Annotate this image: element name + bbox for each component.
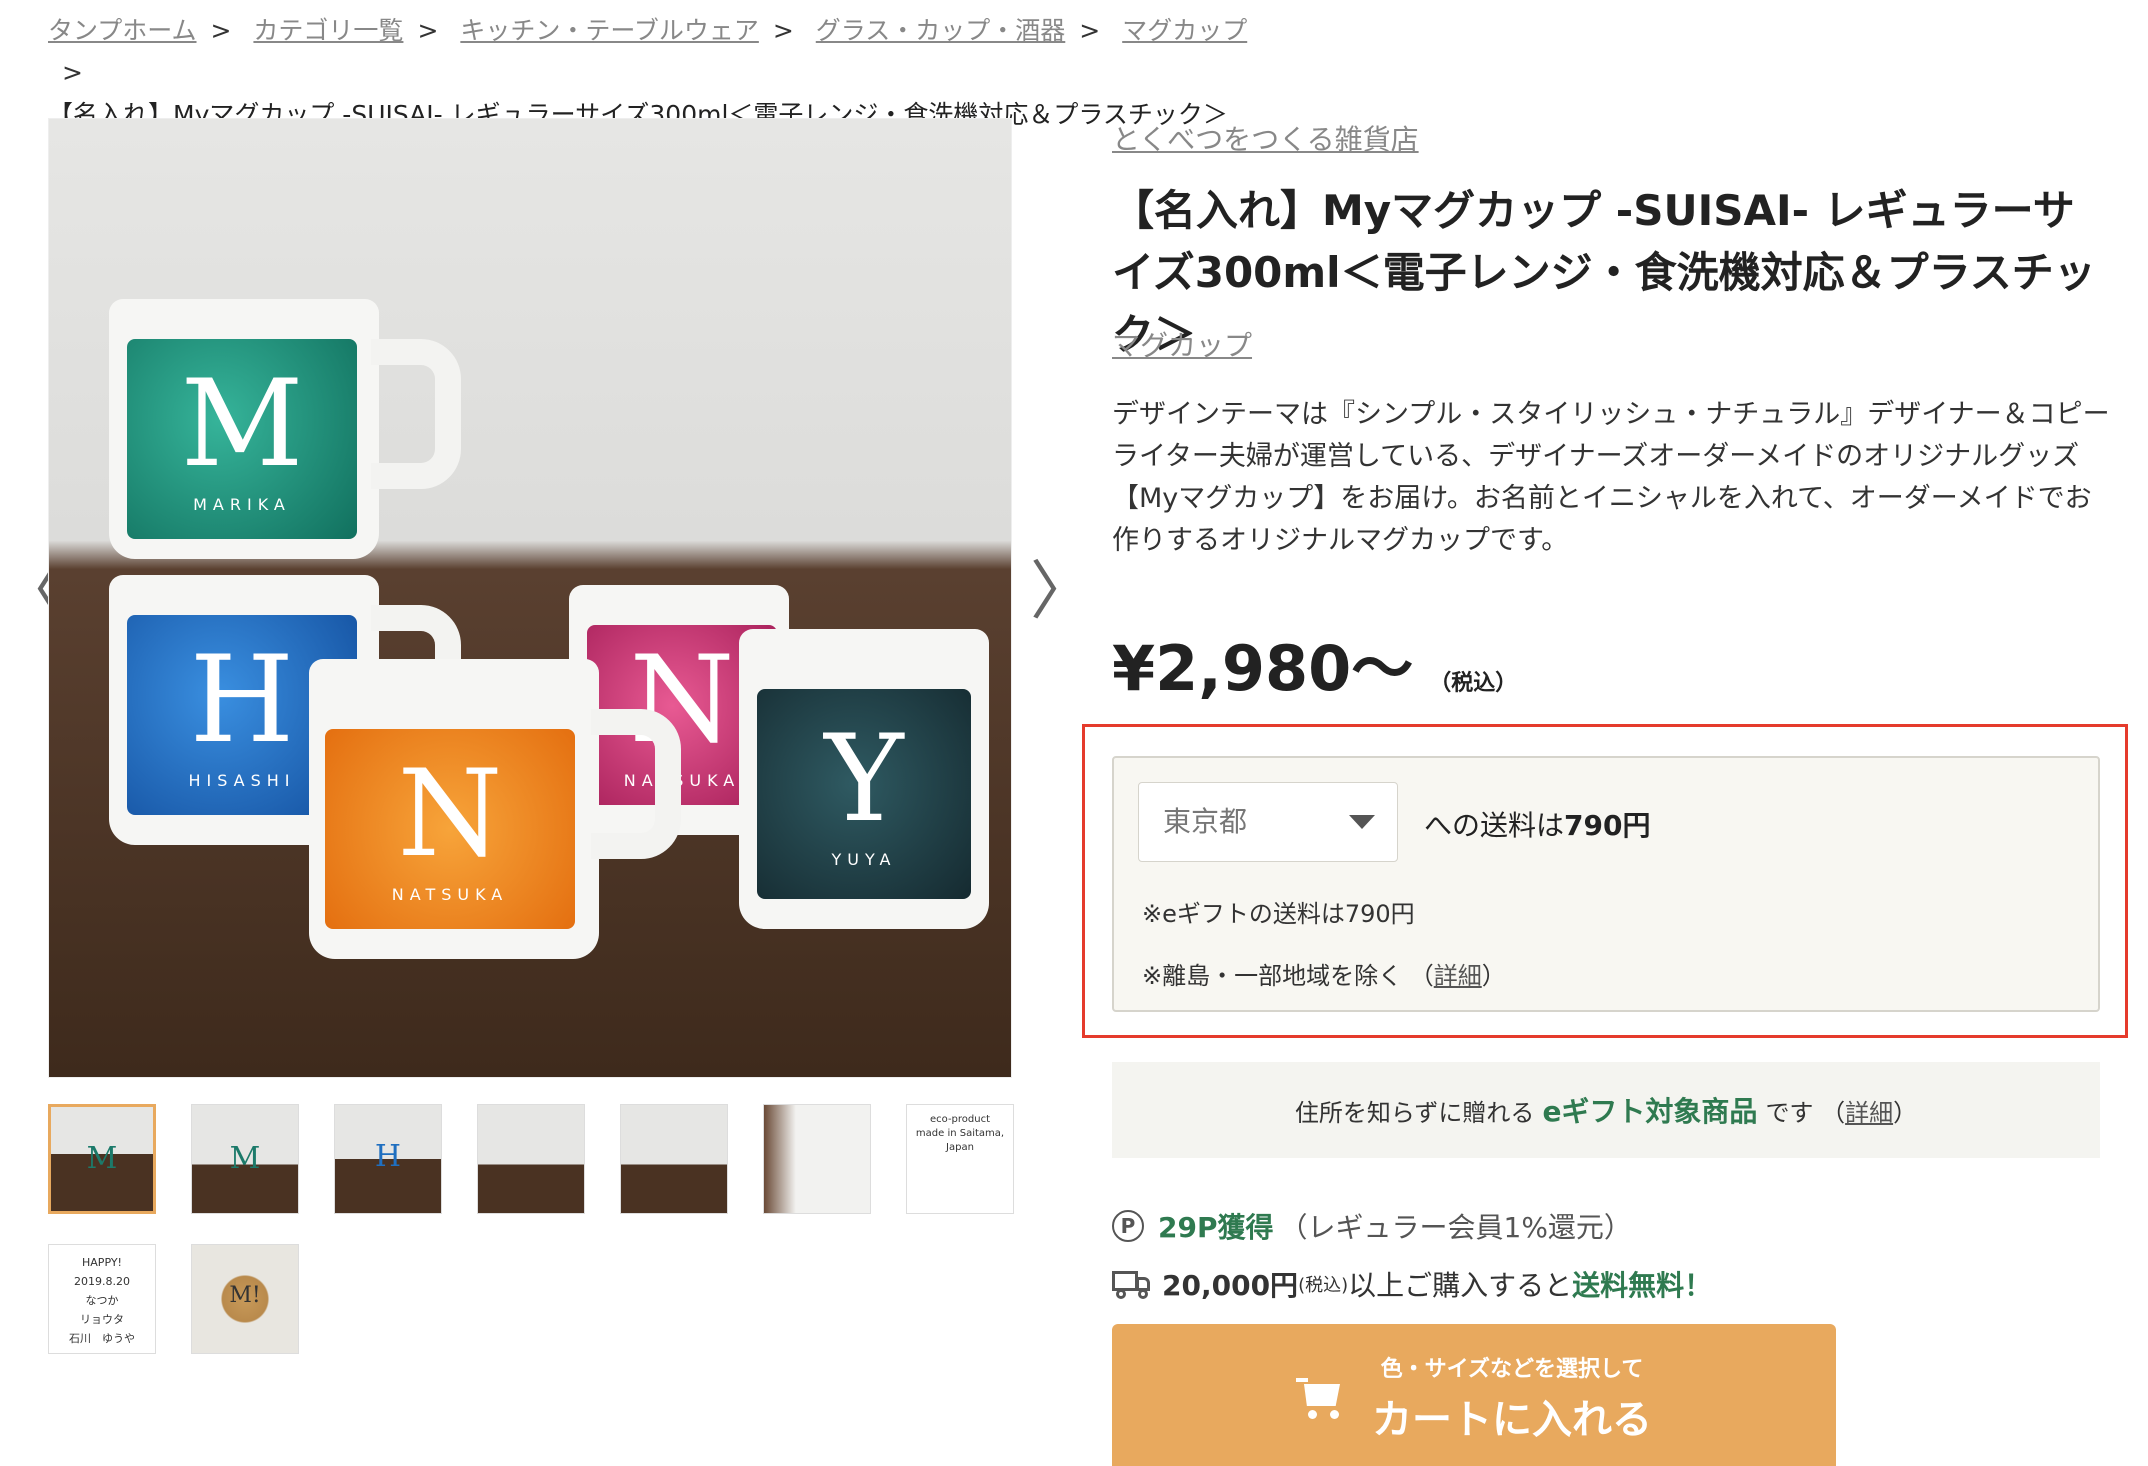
card-line: なつか xyxy=(85,1294,119,1307)
truck-icon xyxy=(1112,1269,1152,1299)
egift-info-bar: 住所を知らずに贈れる eギフト対象商品 です （詳細） xyxy=(1112,1062,2100,1158)
cart-icon xyxy=(1296,1376,1344,1420)
free-shipping-emphasis: 送料無料！ xyxy=(1572,1269,1713,1302)
thumbnail[interactable]: M xyxy=(191,1104,299,1214)
thumbnail-letter: M xyxy=(229,1141,261,1176)
card-line: リョウタ xyxy=(80,1313,124,1326)
free-shipping-middle: 以上ご購入すると xyxy=(1348,1269,1573,1302)
breadcrumb-link-kitchen[interactable]: キッチン・テーブルウェア xyxy=(460,16,759,45)
prefecture-value: 東京都 xyxy=(1163,805,1248,838)
thumbnail[interactable] xyxy=(477,1104,585,1214)
next-image-icon[interactable]: 〉 xyxy=(1030,560,1094,624)
breadcrumb-separator: > xyxy=(417,16,439,45)
thumbnail-eco-text: eco-product xyxy=(929,1114,991,1125)
shop-name-link[interactable]: とくべつをつくる雑貨店 xyxy=(1112,118,1419,158)
thumbnail[interactable] xyxy=(620,1104,728,1214)
thumbnail[interactable]: eco-product made in Saitama, Japan xyxy=(906,1104,1014,1214)
tax-label: （税込） xyxy=(1429,671,1518,696)
mug-name: HISASHI xyxy=(188,770,296,790)
thumbnail[interactable]: HAPPY! 2019.8.20 なつか リョウタ 石川 ゆうや xyxy=(48,1244,156,1354)
add-to-cart-button[interactable]: 色・サイズなどを選択して カートに入れる xyxy=(1112,1324,1836,1466)
egift-close: ） xyxy=(1893,1098,1918,1127)
exclusion-note-close: ） xyxy=(1481,962,1506,990)
breadcrumb-link-categories[interactable]: カテゴリ一覧 xyxy=(253,16,403,45)
breadcrumb-link-glass[interactable]: グラス・カップ・酒器 xyxy=(816,16,1066,45)
breadcrumb-separator: > xyxy=(772,16,794,45)
price-value: ¥2,980〜 xyxy=(1112,632,1414,705)
shipping-fee-amount: 790円 xyxy=(1564,809,1651,842)
egift-prefix: 住所を知らずに贈れる xyxy=(1294,1098,1535,1127)
mug-name: YUYA xyxy=(831,849,897,869)
exclusion-note-text: ※離島・一部地域を除く （ xyxy=(1142,962,1434,990)
price: ¥2,980〜 （税込） xyxy=(1112,618,1517,708)
shipping-fee-prefix: への送料は xyxy=(1424,809,1565,842)
points-icon: P xyxy=(1112,1210,1144,1242)
thumbnail-letter: H xyxy=(374,1139,402,1174)
mug: N NATSUKA xyxy=(309,659,681,959)
mug-letter: M xyxy=(180,354,304,494)
product-title: 【名入れ】Myマグカップ -SUISAI- レギュラーサイズ300ml＜電子レン… xyxy=(1112,186,2096,359)
thumbnail[interactable]: M xyxy=(48,1104,156,1214)
chevron-down-icon xyxy=(1349,815,1375,829)
thumbnail[interactable]: M! xyxy=(191,1244,299,1354)
mug: Y YUYA xyxy=(739,629,989,929)
egift-detail-link[interactable]: 詳細 xyxy=(1845,1093,1893,1128)
free-shipping-tax: (税込) xyxy=(1298,1275,1349,1296)
points-info: P 29P獲得 （レギュラー会員1%還元） xyxy=(1112,1206,1632,1246)
shipping-detail-link[interactable]: 詳細 xyxy=(1434,962,1482,990)
breadcrumb-link-mug[interactable]: マグカップ xyxy=(1122,16,1247,45)
breadcrumb-link-home[interactable]: タンプホーム xyxy=(48,16,197,45)
exclusion-note: ※離島・一部地域を除く （詳細） xyxy=(1142,956,1506,991)
cart-button-sublabel: 色・サイズなどを選択して xyxy=(1380,1357,1644,1382)
mug-letter: H xyxy=(189,630,295,770)
points-note: （レギュラー会員1%還元） xyxy=(1279,1211,1632,1244)
breadcrumb-separator: > xyxy=(210,16,232,45)
egift-suffix: です （ xyxy=(1765,1098,1846,1127)
mug-letter: N xyxy=(397,744,503,884)
mug: M MARIKA xyxy=(109,299,461,559)
card-line: HAPPY! xyxy=(82,1256,122,1269)
thumbnail-eco-subtext: made in Saitama, Japan xyxy=(915,1128,1005,1153)
shipping-box: 東京都 への送料は790円 ※eギフトの送料は790円 ※離島・一部地域を除く … xyxy=(1112,756,2100,1012)
product-description: デザインテーマは『シンプル・スタイリッシュ・ナチュラル』デザイナー＆コピーライタ… xyxy=(1112,399,2110,556)
shipping-fee-text: への送料は790円 xyxy=(1424,804,1650,844)
free-shipping-amount: 20,000円 xyxy=(1162,1269,1299,1302)
thumbnail[interactable] xyxy=(763,1104,871,1214)
thumbnail-letter: M xyxy=(86,1141,118,1176)
free-shipping-info: 20,000円 (税込) 以上ご購入すると 送料無料！ xyxy=(1112,1264,1712,1304)
mug-name: MARIKA xyxy=(193,494,291,514)
breadcrumb-separator: > xyxy=(1079,16,1101,45)
card-line: 2019.8.20 xyxy=(74,1275,130,1288)
prefecture-select[interactable]: 東京都 xyxy=(1138,782,1398,862)
thumbnail[interactable]: H xyxy=(334,1104,442,1214)
cart-button-texts: 色・サイズなどを選択して カートに入れる xyxy=(1372,1351,1652,1445)
main-product-image: M MARIKA H HISASHI N NATSUKA N NATSUKA Y… xyxy=(48,118,1012,1078)
cart-button-label: カートに入れる xyxy=(1372,1397,1652,1443)
breadcrumb-separator: > xyxy=(62,58,83,87)
category-link[interactable]: マグカップ xyxy=(1112,324,1252,364)
mug-name: NATSUKA xyxy=(391,884,509,904)
thumbnail-box-text: M! xyxy=(229,1283,261,1308)
points-value: 29P獲得 xyxy=(1158,1211,1274,1244)
egift-shipping-note: ※eギフトの送料は790円 xyxy=(1142,900,1415,928)
card-line: 石川 ゆうや xyxy=(69,1332,135,1345)
egift-emphasis: eギフト対象商品 xyxy=(1542,1095,1758,1128)
mug-letter: Y xyxy=(824,709,904,849)
